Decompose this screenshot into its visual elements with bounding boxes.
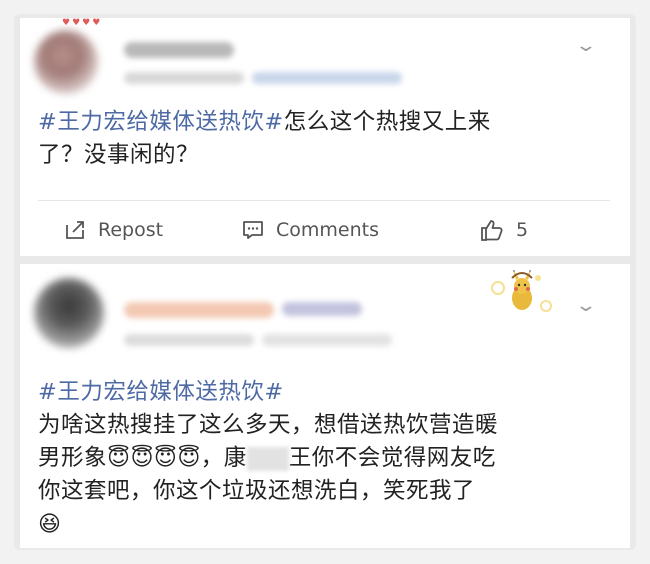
post-card: ⌄ #王力宏给媒体送热饮# 为啥这热搜挂了这么多天，想借送热饮营造暖 男形象😇😇… (20, 264, 630, 548)
post-time-blurred (124, 72, 244, 84)
username-blurred[interactable] (124, 302, 274, 318)
repost-button[interactable]: Repost (64, 214, 163, 246)
post-card: ♥♥♥♥ ⌄ #王力宏给媒体送热饮#怎么这个热搜又上来 了？没事闲的？ Repo… (20, 18, 630, 256)
chevron-down-icon[interactable]: ⌄ (568, 34, 604, 58)
comments-button[interactable]: Comments (242, 214, 379, 246)
comment-icon (243, 221, 263, 239)
repost-label: Repost (98, 219, 164, 241)
avatar[interactable] (34, 278, 104, 348)
repost-icon (66, 221, 84, 239)
like-count: 5 (516, 219, 529, 241)
post-source-blurred (252, 72, 402, 84)
post-text: #王力宏给媒体送热饮# 为啥这热搜挂了这么多天，想借送热饮营造暖 男形象😇😇😇😇… (38, 376, 608, 541)
comments-label: Comments (276, 219, 379, 241)
username-blurred[interactable] (124, 42, 234, 58)
post-time-blurred (124, 334, 254, 346)
emoji-group: 😇😇😇😇 (107, 445, 201, 471)
post-source-blurred (262, 334, 392, 346)
chevron-down-icon[interactable]: ⌄ (568, 294, 604, 318)
divider (38, 200, 610, 201)
blurred-name (246, 446, 289, 471)
decoration-icon: ♥♥♥♥ (62, 18, 103, 28)
avatar[interactable] (34, 30, 98, 94)
feed: ♥♥♥♥ ⌄ #王力宏给媒体送热饮#怎么这个热搜又上来 了？没事闲的？ Repo… (14, 14, 636, 550)
pikachu-sticker-icon (491, 270, 552, 312)
laughing-emoji: 😆 (38, 511, 62, 537)
thumbs-up-icon (481, 220, 503, 241)
user-badge-blurred (282, 302, 362, 316)
like-button[interactable]: 5 (480, 214, 528, 246)
hashtag-link[interactable]: #王力宏给媒体送热饮# (38, 379, 284, 405)
post-text: #王力宏给媒体送热饮#怎么这个热搜又上来 了？没事闲的？ (38, 109, 491, 168)
hashtag-link[interactable]: #王力宏给媒体送热饮# (38, 109, 284, 135)
